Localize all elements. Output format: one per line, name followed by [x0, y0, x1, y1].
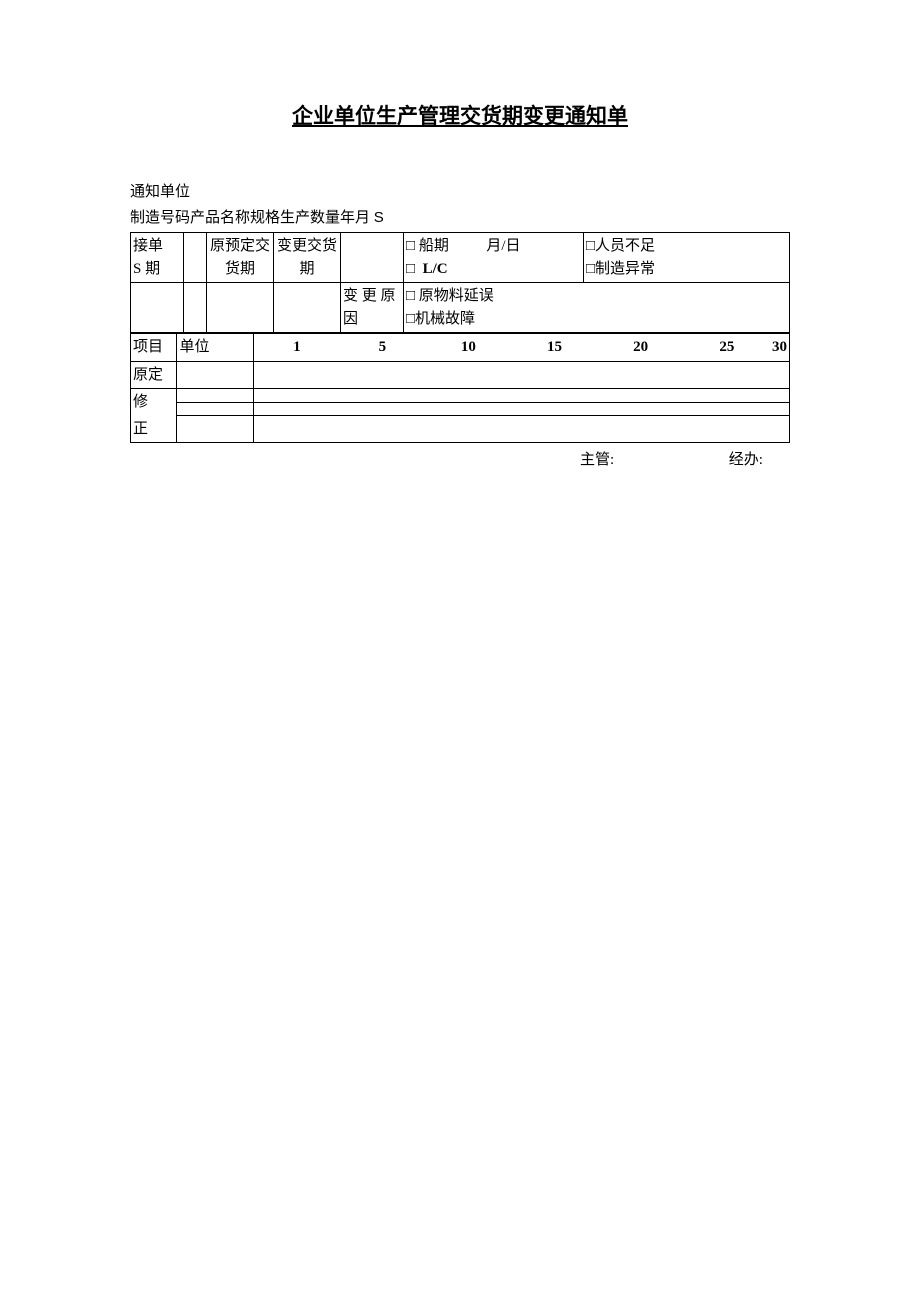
empty-cell [177, 361, 254, 389]
col-30: 30 [770, 334, 790, 362]
page-title: 企业单位生产管理交货期变更通知单 [130, 100, 790, 130]
changed-delivery-label: 变更交货 期 [274, 233, 341, 283]
col-10: 10 [425, 334, 511, 362]
col-25: 25 [684, 334, 770, 362]
empty-cell [207, 283, 274, 333]
footer-line: 主管: 经办: [130, 448, 790, 469]
empty-cell [254, 361, 790, 389]
supervisor-label: 主管: [580, 448, 725, 469]
notify-unit-label: 通知单位 [130, 180, 790, 201]
col-20: 20 [598, 334, 684, 362]
col-5: 5 [340, 334, 426, 362]
reason-staff-mfg: □人员不足 □制造异常 [584, 233, 790, 283]
reason-shipdate-lc: □ 船期 月/日 □ L/C [404, 233, 584, 283]
original-delivery-label: 原预定交 货期 [207, 233, 274, 283]
row-revise-2: 正 [131, 416, 177, 443]
empty-cell [177, 389, 254, 403]
empty-cell [184, 283, 207, 333]
product-info-prefix: 制造号码产品名称规格生产数量年月 [130, 210, 370, 226]
handler-label: 经办: [729, 452, 763, 468]
empty-cell [274, 283, 341, 333]
product-info-line: 制造号码产品名称规格生产数量年月 S [130, 206, 790, 227]
row-revise-1: 修 [131, 389, 177, 416]
empty-cell [254, 416, 790, 443]
col-15: 15 [511, 334, 597, 362]
empty-cell [177, 402, 254, 416]
empty-cell [131, 283, 184, 333]
main-table: 接单 S 期 原预定交 货期 变更交货 期 □ 船期 月/日 □ L/C [130, 232, 790, 333]
col-1: 1 [254, 334, 340, 362]
reason-material-machine: □ 原物料延误 □机械故障 [404, 283, 790, 333]
empty-cell [254, 389, 790, 403]
schedule-table: 项目 单位 1 5 10 15 20 25 30 原定 修 正 [130, 333, 790, 443]
empty-cell [254, 402, 790, 416]
order-period-label: 接单 S 期 [131, 233, 184, 283]
row-original: 原定 [131, 361, 177, 389]
unit-header: 单位 [177, 334, 254, 362]
empty-cell [184, 233, 207, 283]
empty-cell [177, 416, 254, 443]
item-header: 项目 [131, 334, 177, 362]
product-info-suffix: S [374, 209, 384, 226]
empty-cell [341, 233, 404, 283]
change-reason-label: 变 更 原因 [341, 283, 404, 333]
